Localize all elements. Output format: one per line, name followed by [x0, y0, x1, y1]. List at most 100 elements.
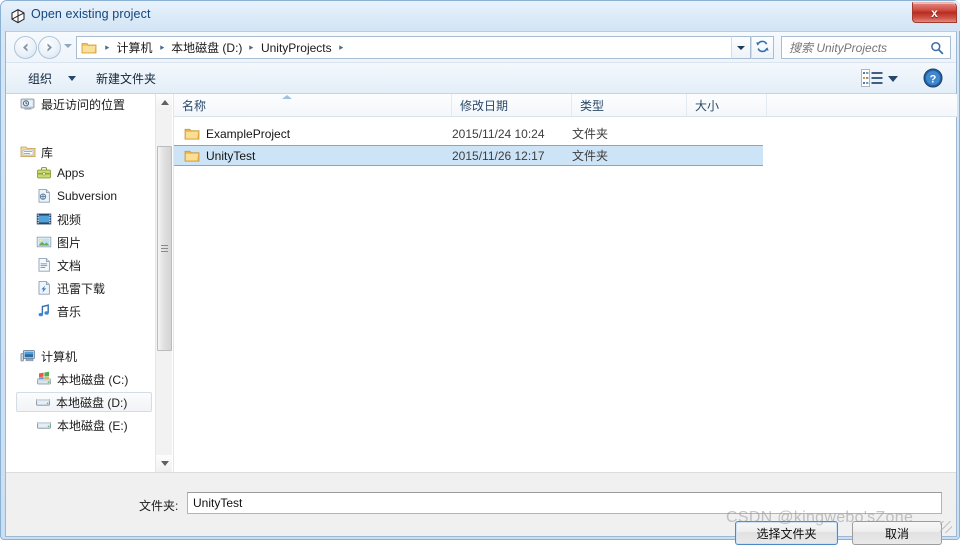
nav-item-drive-d[interactable]: 本地磁盘 (D:) — [16, 392, 152, 412]
breadcrumb-separator-1: ▸ — [159, 42, 164, 52]
breadcrumb-item-2[interactable]: UnityProjects — [259, 41, 334, 55]
libraries-icon — [20, 144, 36, 160]
table-row[interactable]: ExampleProject 2015/11/24 10:24 文件夹 — [174, 123, 957, 144]
nav-item-label: Subversion — [57, 189, 118, 203]
bottom-bar: 文件夹: 选择文件夹 取消 — [6, 472, 956, 545]
column-header-type[interactable]: 类型 — [572, 94, 687, 116]
history-dropdown-icon[interactable] — [64, 44, 72, 48]
breadcrumb-separator-0: ▸ — [105, 42, 110, 52]
breadcrumb-separator-3: ▸ — [338, 42, 343, 52]
nav-item-videos[interactable]: 视频 — [32, 209, 85, 229]
nav-item-label: 视频 — [57, 212, 82, 227]
folder-field-label: 文件夹: — [139, 499, 179, 513]
column-label: 类型 — [580, 98, 605, 113]
search-box[interactable] — [781, 36, 951, 59]
chevron-down-icon — [737, 45, 745, 50]
help-icon[interactable]: ? — [923, 68, 943, 88]
drive-icon — [35, 394, 51, 410]
unity-logo-icon — [10, 8, 26, 24]
thunder-download-icon — [36, 280, 52, 296]
table-row[interactable]: UnityTest 2015/11/26 12:17 文件夹 — [174, 145, 763, 166]
folder-icon — [184, 149, 200, 163]
apps-icon — [36, 165, 52, 181]
column-header-name[interactable]: 名称 — [174, 94, 452, 116]
pictures-icon — [36, 234, 52, 250]
column-header-size[interactable]: 大小 — [687, 94, 767, 116]
nav-item-label: 计算机 — [41, 349, 78, 364]
scrollbar-thumb[interactable] — [157, 146, 172, 351]
refresh-button[interactable] — [751, 36, 774, 59]
breadcrumb-separator-2: ▸ — [249, 42, 254, 52]
view-list-icon[interactable] — [861, 69, 883, 87]
search-icon — [930, 41, 944, 58]
nav-item-label: Apps — [57, 166, 85, 180]
address-bar: ▸ 计算机 ▸ 本地磁盘 (D:) ▸ UnityProjects ▸ — [6, 32, 956, 63]
new-folder-button[interactable]: 新建文件夹 — [96, 70, 156, 87]
forward-button[interactable] — [38, 36, 61, 59]
videos-icon — [36, 211, 52, 227]
nav-item-pictures[interactable]: 图片 — [32, 232, 85, 252]
nav-item-label: 迅雷下载 — [57, 281, 106, 296]
dialog-window: Open existing project x ▸ 计算机 ▸ 本地磁盘 (D:… — [0, 0, 960, 545]
column-label: 名称 — [182, 98, 207, 113]
close-icon: x — [931, 5, 938, 20]
back-button[interactable] — [14, 36, 37, 59]
caret-down-icon[interactable] — [68, 76, 76, 81]
file-name: UnityTest — [206, 148, 256, 163]
title-bar: Open existing project x — [1, 1, 960, 31]
resize-grip-icon[interactable] — [940, 521, 952, 533]
nav-item-label: 库 — [41, 145, 54, 160]
column-header-date-modified[interactable]: 修改日期 — [452, 94, 572, 116]
organize-button[interactable]: 组织 — [28, 70, 52, 87]
breadcrumb-item-0[interactable]: 计算机 — [115, 39, 155, 56]
folder-name-input[interactable] — [187, 492, 942, 514]
column-label: 修改日期 — [460, 98, 509, 113]
dialog-client-area: ▸ 计算机 ▸ 本地磁盘 (D:) ▸ UnityProjects ▸ 搜索 U… — [5, 31, 957, 545]
nav-item-label: 文档 — [57, 258, 82, 273]
scroll-up-button[interactable] — [156, 94, 172, 111]
nav-pane-scrollbar[interactable] — [155, 94, 172, 472]
scroll-down-button[interactable] — [156, 455, 172, 472]
cancel-button[interactable]: 取消 — [852, 521, 942, 545]
scroll-up-icon — [160, 100, 169, 105]
nav-item-label: 图片 — [57, 235, 82, 250]
window-title: Open existing project — [31, 7, 151, 21]
nav-item-recent-places[interactable]: 最近访问的位置 — [16, 94, 129, 114]
file-name-cell: UnityTest — [184, 149, 255, 163]
nav-item-apps[interactable]: Apps — [32, 163, 88, 183]
nav-item-drive-c[interactable]: 本地磁盘 (C:) — [32, 369, 132, 389]
drive-icon — [36, 417, 52, 433]
close-button[interactable]: x — [912, 2, 957, 23]
breadcrumb[interactable]: ▸ 计算机 ▸ 本地磁盘 (D:) ▸ UnityProjects ▸ — [76, 36, 731, 59]
nav-item-label: 最近访问的位置 — [41, 97, 126, 112]
nav-item-computer[interactable]: 计算机 — [16, 346, 81, 366]
nav-item-label: 本地磁盘 (D:) — [56, 395, 128, 410]
search-input[interactable] — [789, 40, 929, 55]
breadcrumb-item-1[interactable]: 本地磁盘 (D:) — [169, 39, 244, 56]
view-mode-caret-icon[interactable] — [888, 76, 898, 82]
subversion-icon — [36, 188, 52, 204]
music-icon — [36, 303, 52, 319]
nav-item-label: 本地磁盘 (E:) — [57, 418, 128, 433]
nav-item-subversion[interactable]: Subversion — [32, 186, 121, 206]
folder-icon — [81, 41, 97, 55]
nav-item-libraries[interactable]: 库 — [16, 142, 57, 162]
recent-places-icon — [20, 96, 36, 112]
navigation-pane: 最近访问的位置 库 Apps Subversion 视频 图片 文档 迅雷下载 … — [6, 94, 172, 472]
nav-item-label: 音乐 — [57, 304, 82, 319]
nav-item-documents[interactable]: 文档 — [32, 255, 85, 275]
nav-item-music[interactable]: 音乐 — [32, 301, 85, 321]
computer-icon — [20, 348, 36, 364]
select-folder-button[interactable]: 选择文件夹 — [735, 521, 838, 545]
folder-icon — [184, 127, 200, 141]
refresh-icon — [755, 39, 770, 57]
file-list-pane: 名称 修改日期 类型 大小 ExampleProject 2015/11/24 … — [173, 94, 957, 472]
breadcrumb-dropdown-button[interactable] — [731, 36, 751, 59]
column-label: 大小 — [695, 98, 720, 113]
svg-text:?: ? — [930, 74, 937, 86]
column-header-row: 名称 修改日期 类型 大小 — [174, 94, 957, 117]
toolbar: 组织 新建文件夹 ? — [6, 63, 956, 94]
file-type: 文件夹 — [572, 127, 609, 141]
nav-item-drive-e[interactable]: 本地磁盘 (E:) — [32, 415, 132, 435]
nav-item-thunder-download[interactable]: 迅雷下载 — [32, 278, 109, 298]
